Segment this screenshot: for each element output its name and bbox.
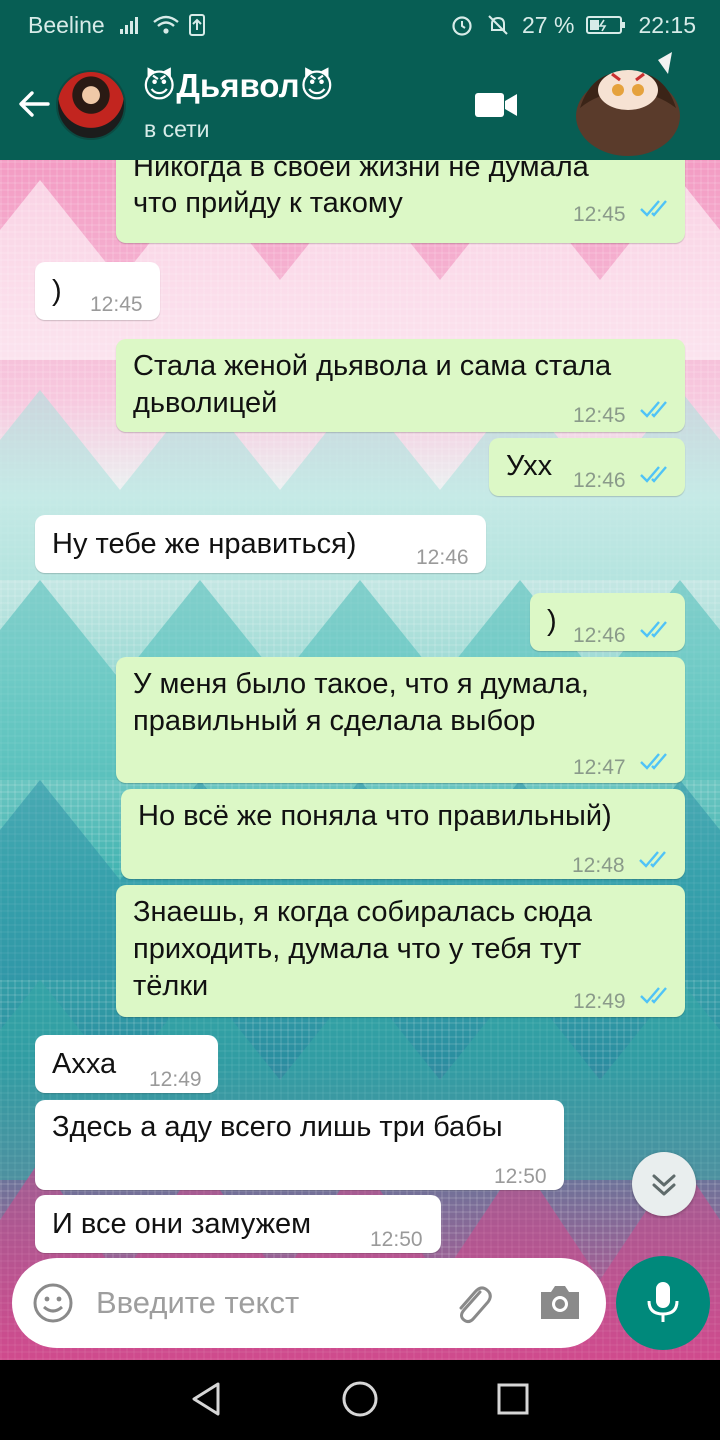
message-text: Ну тебе же нравиться) [52,528,357,560]
message-text: тёлки [133,970,209,1002]
chibi-sticker-image [576,52,680,156]
message-bubble-incoming[interactable]: Ну тебе же нравиться) 12:46 [35,515,486,573]
message-composer [12,1258,606,1348]
message-bubble-incoming[interactable]: ) 12:45 [35,262,160,320]
scroll-to-bottom-button[interactable] [632,1152,696,1216]
message-time: 12:45 [573,404,626,427]
message-text: приходить, думала что у тебя тут [133,933,582,965]
read-receipt-icon [639,851,666,868]
message-time: 12:46 [416,546,469,569]
carrier-name: Beeline [28,11,105,38]
message-text: ) [52,275,62,307]
message-bubble-incoming[interactable]: Ахха 12:49 [35,1035,218,1093]
message-text: что прийду к такому [133,187,403,219]
message-bubble-outgoing[interactable]: Знаешь, я когда собиралась сюда приходит… [116,885,685,1017]
message-bubble-incoming[interactable]: Здесь а аду всего лишь три бабы 12:50 [35,1100,564,1190]
message-text: Ахха [52,1048,117,1080]
message-time: 12:50 [370,1228,423,1251]
read-receipt-icon [640,987,667,1004]
message-text: Никогда в своей жизни не думала [133,160,589,183]
message-bubble-outgoing[interactable]: Но всё же поняла что правильный) 12:48 [121,789,685,879]
emoji-icon[interactable] [32,1282,74,1324]
message-text: Стала женой дьявола и сама стала [133,350,612,382]
back-arrow-icon[interactable] [14,84,54,124]
read-receipt-icon [640,621,667,638]
system-nav-bar [0,1360,720,1440]
message-time: 12:48 [572,854,625,877]
message-input[interactable] [96,1276,426,1330]
voice-message-button[interactable] [616,1256,710,1350]
chat-header: 😈Дьявол😈 в сети [0,50,720,160]
message-text: Знаешь, я когда собиралась сюда [133,896,592,928]
message-text: Но всё же поняла что правильный) [138,800,612,832]
read-receipt-icon [640,466,667,483]
status-bar: Beeline 27 % 22:15 [0,0,720,50]
message-bubble-outgoing[interactable]: ) 12:46 [530,593,685,651]
clock: 22:15 [638,11,696,38]
message-time: 12:47 [573,756,626,779]
nav-recents-icon[interactable] [496,1382,530,1416]
read-receipt-icon [640,753,667,770]
avatar[interactable] [56,70,126,140]
message-bubble-outgoing[interactable]: Никогда в своей жизни не думала что прий… [116,160,685,243]
message-text: правильный я сделала выбор [133,705,536,737]
read-receipt-icon [640,200,667,217]
message-bubble-outgoing[interactable]: У меня было такое, что я думала, правиль… [116,657,685,783]
signal-icon [119,17,138,34]
video-call-icon[interactable] [474,90,518,120]
mute-bell-icon [488,15,508,35]
message-time: 12:49 [149,1068,202,1091]
message-bubble-outgoing[interactable]: Стала женой дьявола и сама стала дьволиц… [116,339,685,432]
contact-name[interactable]: 😈Дьявол😈 [142,66,334,105]
message-text: Здесь а аду всего лишь три бабы [52,1111,503,1143]
message-list[interactable]: Никогда в своей жизни не думала что прий… [0,160,720,1360]
read-receipt-icon [640,401,667,418]
message-bubble-outgoing[interactable]: Ухх 12:46 [489,438,685,496]
message-time: 12:45 [573,203,626,226]
upload-icon [188,14,205,36]
message-text: Ухх [506,450,553,482]
mic-icon [647,1282,679,1322]
message-time: 12:46 [573,624,626,647]
nav-back-icon[interactable] [188,1380,224,1418]
contact-status: в сети [144,116,210,142]
message-text: ) [547,605,557,637]
message-bubble-incoming[interactable]: И все они замужем 12:50 [35,1195,441,1253]
scroll-down-icon [652,1174,676,1196]
battery-percent: 27 % [522,11,575,38]
battery-icon [586,16,626,34]
camera-icon[interactable] [538,1282,582,1322]
message-time: 12:46 [573,469,626,492]
alarm-icon [452,16,472,36]
message-time: 12:45 [90,293,143,316]
wifi-icon [152,15,179,34]
message-text: У меня было такое, что я думала, [133,668,589,700]
attach-icon[interactable] [450,1280,494,1326]
message-text: И все они замужем [52,1208,312,1240]
nav-home-icon[interactable] [341,1380,379,1418]
message-time: 12:50 [494,1165,547,1188]
message-time: 12:49 [573,990,626,1013]
message-text: дьволицей [133,387,278,419]
